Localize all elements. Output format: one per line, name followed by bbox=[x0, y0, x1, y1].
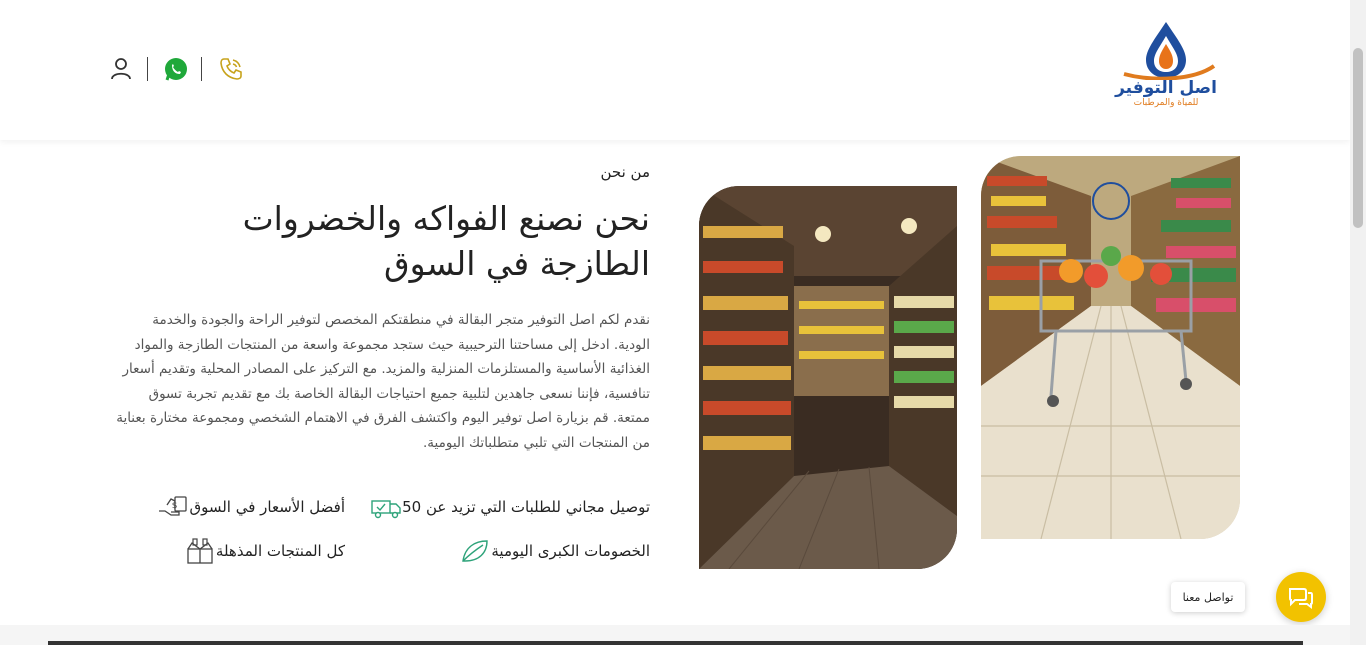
water-drop-logo-icon bbox=[1123, 22, 1216, 81]
feature-label: توصيل مجاني للطلبات التي تزيد عن 50 bbox=[402, 498, 650, 516]
site-header: اصل التوفير للمياة والمرطبات bbox=[0, 0, 1350, 140]
feature-label: أفضل الأسعار في السوق bbox=[189, 498, 345, 516]
page-title: نحن نصنع الفواكه والخضروات الطازجة في ال… bbox=[242, 199, 650, 283]
header-divider bbox=[147, 57, 148, 81]
chat-button[interactable] bbox=[1276, 572, 1326, 622]
feature-daily-discounts: الخصومات الكبرى اليومية bbox=[447, 536, 650, 566]
scrollbar-thumb[interactable] bbox=[1353, 48, 1363, 228]
chat-tooltip[interactable]: تواصل معنا bbox=[1171, 582, 1245, 612]
feature-free-delivery: توصيل مجاني للطلبات التي تزيد عن 50 bbox=[358, 492, 650, 522]
footer-dark-band bbox=[48, 641, 1303, 645]
page-scrollbar[interactable] bbox=[1350, 0, 1366, 645]
products-box-icon bbox=[187, 538, 213, 564]
feature-label: كل المنتجات المذهلة bbox=[215, 542, 345, 560]
supermarket-cart-image bbox=[981, 156, 1240, 539]
whatsapp-icon[interactable] bbox=[163, 56, 189, 82]
chat-bubbles-icon bbox=[1289, 588, 1313, 609]
section-label: من نحن bbox=[600, 163, 651, 181]
feature-label: الخصومات الكبرى اليومية bbox=[491, 542, 650, 560]
svg-text:$: $ bbox=[172, 501, 178, 511]
brand-name: اصل التوفير bbox=[1115, 78, 1217, 98]
store-interior-image bbox=[699, 186, 957, 569]
phone-icon[interactable] bbox=[218, 56, 244, 82]
feature-best-prices: $ أفضل الأسعار في السوق bbox=[145, 492, 345, 522]
leaf-icon bbox=[462, 540, 489, 562]
about-paragraph: نقدم لكم اصل التوفير متجر البقالة في منط… bbox=[116, 312, 650, 451]
delivery-truck-icon bbox=[371, 500, 401, 519]
user-icon[interactable] bbox=[108, 56, 134, 82]
feature-amazing-products: كل المنتجات المذهلة bbox=[172, 536, 345, 566]
brand-logo[interactable]: اصل التوفير للمياة والمرطبات bbox=[1114, 18, 1218, 118]
brand-tagline: للمياة والمرطبات bbox=[1133, 98, 1199, 108]
header-divider bbox=[201, 57, 202, 81]
price-tag-hand-icon: $ bbox=[159, 496, 188, 516]
